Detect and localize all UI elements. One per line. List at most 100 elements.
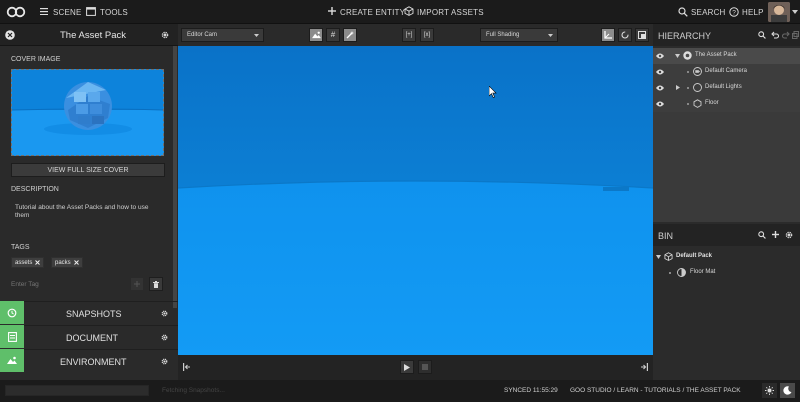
close-icon[interactable] — [35, 260, 41, 265]
eye-icon[interactable] — [656, 85, 664, 91]
search-icon[interactable] — [758, 231, 766, 239]
view-full-size-cover-label: VIEW FULL SIZE COVER — [47, 167, 129, 174]
stop-button[interactable] — [418, 360, 432, 374]
gear-icon[interactable] — [161, 334, 168, 341]
environment-section[interactable]: ENVIRONMENT — [24, 349, 178, 372]
environment-tab[interactable] — [0, 349, 24, 372]
eye-icon[interactable] — [656, 69, 664, 75]
scene-menu-button[interactable]: SCENE — [38, 4, 82, 20]
create-entity-button[interactable]: CREATE ENTITY — [328, 4, 405, 20]
add-tag-button[interactable] — [130, 277, 144, 291]
scale-tool-button[interactable] — [635, 28, 649, 42]
shading-select[interactable]: Full Shading — [480, 28, 558, 42]
chevron-right-icon[interactable] — [676, 85, 680, 90]
scene-icon — [683, 51, 692, 60]
bin-title: BIN — [658, 231, 674, 241]
cover-image[interactable] — [11, 69, 164, 156]
eye-icon[interactable] — [656, 101, 664, 107]
rotate-tool-button[interactable] — [618, 28, 632, 42]
mouse-cursor-icon — [489, 86, 497, 98]
asset-pack-title: The Asset Pack — [60, 30, 127, 41]
landscape-icon — [311, 31, 321, 39]
tree-dot — [669, 272, 671, 274]
tree-dot — [687, 71, 689, 73]
document-tab[interactable] — [0, 325, 24, 348]
landscape-icon — [7, 356, 17, 365]
chevron-down-icon[interactable] — [675, 54, 680, 58]
redo-icon[interactable] — [782, 31, 790, 39]
search-button[interactable]: SEARCH — [678, 4, 725, 20]
settings-gear-icon[interactable] — [161, 31, 169, 39]
import-assets-button[interactable]: IMPORT ASSETS — [404, 4, 484, 20]
delete-tag-button[interactable] — [149, 277, 163, 291]
tree-dot — [687, 103, 689, 105]
bin-item-label: Floor Mat — [690, 269, 716, 275]
hierarchy-list-area[interactable] — [653, 112, 800, 222]
camera-select[interactable]: Editor Cam — [181, 28, 264, 42]
hierarchy-title: HIERARCHY — [658, 31, 712, 41]
tag-label: assets — [15, 259, 33, 266]
dark-theme-button[interactable] — [780, 383, 795, 398]
breadcrumb[interactable]: GOO STUDIO / LEARN - TUTORIALS / THE ASS… — [570, 387, 741, 394]
environment-label: ENVIRONMENT — [60, 357, 127, 367]
frame-all-button[interactable]: [x] — [420, 28, 434, 42]
status-input[interactable] — [5, 385, 149, 396]
tag-packs[interactable]: packs — [51, 257, 83, 268]
snapshots-label: SNAPSHOTS — [66, 309, 122, 319]
scene-menu-label: SCENE — [53, 8, 82, 17]
play-button[interactable] — [400, 360, 414, 374]
scene-viewport[interactable] — [178, 46, 653, 355]
close-panel-icon[interactable] — [5, 30, 15, 40]
hierarchy-item-default-lights[interactable]: Default Lights — [653, 80, 800, 96]
focus-frame-button[interactable]: [+] — [402, 28, 416, 42]
stop-icon — [422, 364, 428, 370]
bin-item-floor-mat[interactable]: Floor Mat — [653, 265, 800, 281]
tags-label: TAGS — [11, 244, 30, 251]
viewport-toolbar: Editor Cam # [+] [x] Full Shading — [178, 24, 653, 46]
window-icon — [86, 7, 96, 16]
gear-icon[interactable] — [785, 231, 793, 239]
bin-pack-label: Default Pack — [676, 253, 713, 259]
tag-assets[interactable]: assets — [11, 257, 45, 268]
document-section[interactable]: DOCUMENT — [24, 325, 178, 348]
translate-tool-button[interactable] — [601, 28, 615, 42]
hierarchy-item-label: Default Lights — [705, 84, 742, 90]
description-field[interactable]: Tutorial about the Asset Packs and how t… — [11, 200, 165, 244]
help-button[interactable]: ? HELP — [729, 4, 764, 20]
collapse-left-icon[interactable] — [183, 363, 191, 371]
magic-wand-button[interactable] — [343, 28, 357, 42]
duplicate-icon[interactable] — [792, 31, 799, 39]
translate-icon — [604, 31, 612, 39]
user-avatar[interactable] — [768, 2, 790, 22]
search-icon[interactable] — [758, 31, 766, 39]
chevron-down-icon[interactable] — [792, 10, 798, 14]
hamburger-icon — [40, 8, 48, 15]
gear-icon[interactable] — [161, 358, 168, 365]
snapshots-tab[interactable] — [0, 301, 24, 324]
eye-icon[interactable] — [656, 53, 664, 59]
landscape-view-button[interactable] — [309, 28, 323, 42]
collapse-right-icon[interactable] — [640, 363, 648, 371]
gear-icon[interactable] — [161, 310, 168, 317]
hierarchy-item-floor[interactable]: Floor — [653, 96, 800, 112]
magic-wand-icon — [346, 31, 354, 39]
hierarchy-item-default-camera[interactable]: Default Camera — [653, 64, 800, 80]
top-bar: SCENE TOOLS CREATE ENTITY IMPORT ASSETS … — [0, 0, 800, 24]
shading-select-value: Full Shading — [486, 32, 520, 38]
light-theme-button[interactable] — [762, 383, 777, 398]
chevron-down-icon[interactable] — [656, 255, 661, 259]
rotate-icon — [621, 31, 629, 39]
hierarchy-item-the-asset-pack[interactable]: The Asset Pack — [653, 48, 800, 64]
view-full-size-cover-button[interactable]: VIEW FULL SIZE COVER — [11, 163, 165, 177]
goo-logo-icon[interactable] — [6, 6, 26, 18]
enter-tag-input[interactable] — [11, 277, 125, 291]
bin-pack-default-pack[interactable]: Default Pack — [653, 249, 800, 265]
scrollbar[interactable] — [173, 46, 177, 308]
undo-icon[interactable] — [771, 31, 779, 39]
plus-icon[interactable] — [772, 231, 779, 238]
tools-menu-button[interactable]: TOOLS — [85, 4, 130, 20]
left-panel-header: The Asset Pack — [0, 24, 178, 46]
grid-toggle-button[interactable]: # — [326, 28, 340, 42]
close-icon[interactable] — [73, 260, 79, 265]
snapshots-section[interactable]: SNAPSHOTS — [24, 301, 178, 324]
